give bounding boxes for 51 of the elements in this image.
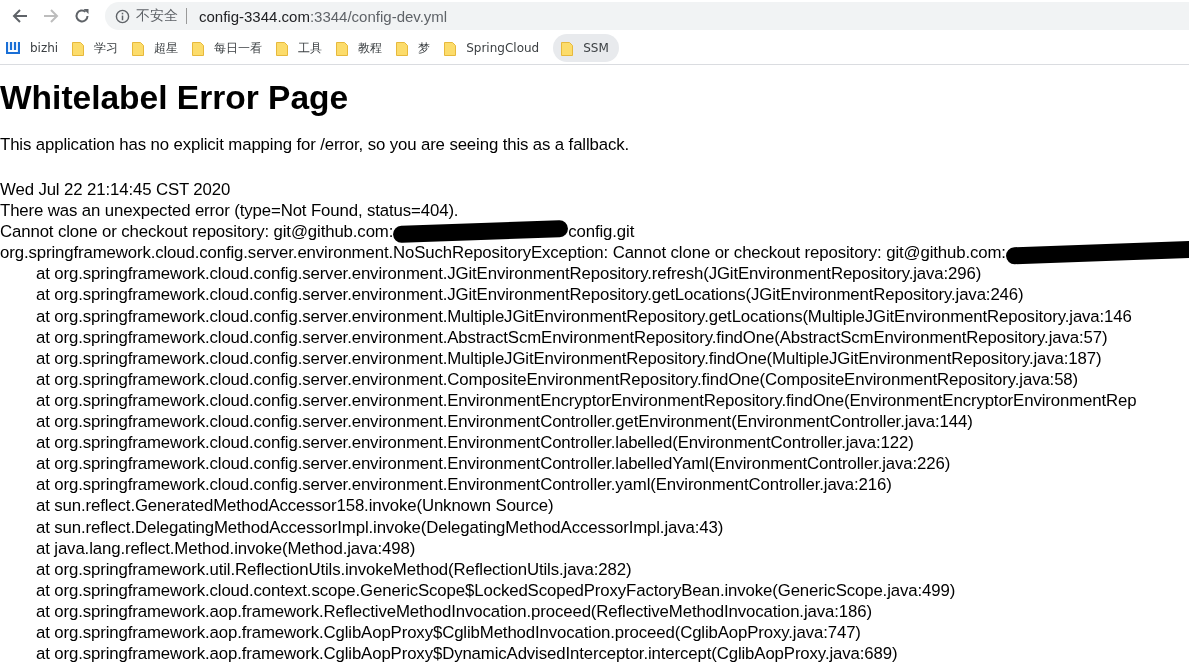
stack-trace-line: at java.lang.reflect.Method.invoke(Method.java:498) [36, 537, 416, 559]
bookmark-item[interactable]: SpringCloud [444, 34, 548, 62]
error-text: org.springframework.cloud.config.server.environment.NoSuchRepositoryException: Cannot clone or checkout repository: git@github.com: [0, 242, 1006, 264]
bookmark-item[interactable]: SSM [553, 34, 619, 62]
stack-trace-line: at sun.reflect.DelegatingMethodAccessorImpl.invoke(DelegatingMethodAccessorImpl.java:43) [36, 516, 724, 538]
stack-trace-line: at org.springframework.util.ReflectionUtils.invokeMethod(ReflectionUtils.java:282) [36, 558, 632, 580]
stack-trace-line: at org.springframework.cloud.config.server.environment.EnvironmentController.getEnvironment(EnvironmentController.java:144) [36, 411, 973, 433]
bookmark-item[interactable]: 工具 [276, 34, 331, 62]
security-label: 不安全 [136, 7, 178, 25]
folder-icon [192, 40, 205, 56]
error-text: There was an unexpected error (type=Not Found, status=404). [0, 200, 459, 222]
bookmark-item[interactable]: 教程 [336, 34, 391, 62]
stack-trace-line: at org.springframework.cloud.config.server.environment.EnvironmentController.labelled(EnvironmentController.java:122) [36, 432, 914, 454]
page-title: Whitelabel Error Page [0, 79, 350, 117]
stack-trace-line: at org.springframework.cloud.config.server.environment.MultipleJGitEnvironmentRepository.findOne(MultipleJGitEnvironmentRepository.java:187) [36, 347, 1102, 369]
stack-trace-line: at sun.reflect.GeneratedMethodAccessor158.invoke(Unknown Source) [36, 495, 554, 517]
stack-trace-line: at org.springframework.cloud.config.server.environment.MultipleJGitEnvironmentRepository.getLocations(MultipleJGitEnvironmentRepository.java:146 [36, 305, 1132, 327]
bookmark-item[interactable]: 超星 [132, 34, 187, 62]
stack-trace-line: at org.springframework.cloud.config.server.environment.EnvironmentController.labelledYaml(EnvironmentController.java:226) [36, 453, 951, 475]
error-text: Wed Jul 22 21:14:45 CST 2020 [0, 179, 231, 201]
stack-trace-line: at org.springframework.cloud.config.server.environment.EnvironmentEncryptorEnvironmentRepository.findOne(EnvironmentEncryptorEnvironmentRep [36, 389, 1137, 412]
address-bar[interactable]: 不安全 config-3344.com:3344/config-dev.yml [105, 2, 1189, 30]
stack-trace-line: at org.springframework.cloud.context.scope.GenericScope$LockedScopedProxyFactoryBean.invoke(GenericScope.java:499) [36, 579, 956, 601]
forward-arrow-icon [43, 8, 59, 24]
folder-icon [561, 40, 574, 56]
folder-icon [72, 40, 85, 56]
site-icon [6, 41, 20, 55]
stack-trace-line: at org.springframework.cloud.config.server.environment.AbstractScmEnvironmentRepository.findOne(AbstractScmEnvironmentRepository.java:57) [36, 326, 1108, 348]
stack-trace-line: at org.springframework.cloud.config.server.environment.JGitEnvironmentRepository.getLocations(JGitEnvironmentRepository.java:246) [36, 284, 1024, 306]
reload-icon [74, 8, 90, 24]
info-icon [115, 8, 130, 24]
folder-icon [276, 40, 289, 56]
bookmark-item[interactable]: 每日一看 [192, 34, 271, 62]
bookmark-item[interactable]: bizhi [6, 34, 67, 62]
folder-icon [396, 40, 409, 56]
folder-icon [444, 40, 457, 56]
stack-trace-line: at org.springframework.aop.framework.CglibAopProxy$DynamicAdvisedInterceptor.intercept(CglibAopProxy.java:689) [36, 643, 898, 665]
folder-icon [336, 40, 349, 56]
bookmark-item[interactable]: 梦 [396, 34, 439, 62]
error-text: config.git [568, 221, 635, 243]
error-message: This application has no explicit mapping for /error, so you are seeing this as a fallback. [0, 135, 631, 155]
url-text: config-3344.com:3344/config-dev.yml [199, 7, 448, 25]
bookmark-item[interactable]: 学习 [72, 34, 127, 62]
folder-icon [132, 40, 145, 56]
back-arrow-icon [12, 8, 28, 24]
stack-trace-line: at org.springframework.aop.framework.ReflectiveMethodInvocation.proceed(ReflectiveMethodInvocation.java:186) [36, 600, 872, 622]
error-text: Cannot clone or checkout repository: git@github.com: [0, 221, 394, 243]
stack-trace-line: at org.springframework.cloud.config.server.environment.EnvironmentController.yaml(EnvironmentController.java:216) [36, 474, 892, 496]
stack-trace-line: at org.springframework.cloud.config.server.environment.CompositeEnvironmentRepository.findOne(CompositeEnvironmentRepository.java:58) [36, 368, 1079, 390]
stack-trace-line: at org.springframework.aop.framework.CglibAopProxy$CglibMethodInvocation.proceed(CglibAopProxy.java:747) [36, 621, 861, 644]
stack-trace-line: at org.springframework.cloud.config.server.environment.JGitEnvironmentRepository.refresh(JGitEnvironmentRepository.java:296) [36, 263, 982, 285]
